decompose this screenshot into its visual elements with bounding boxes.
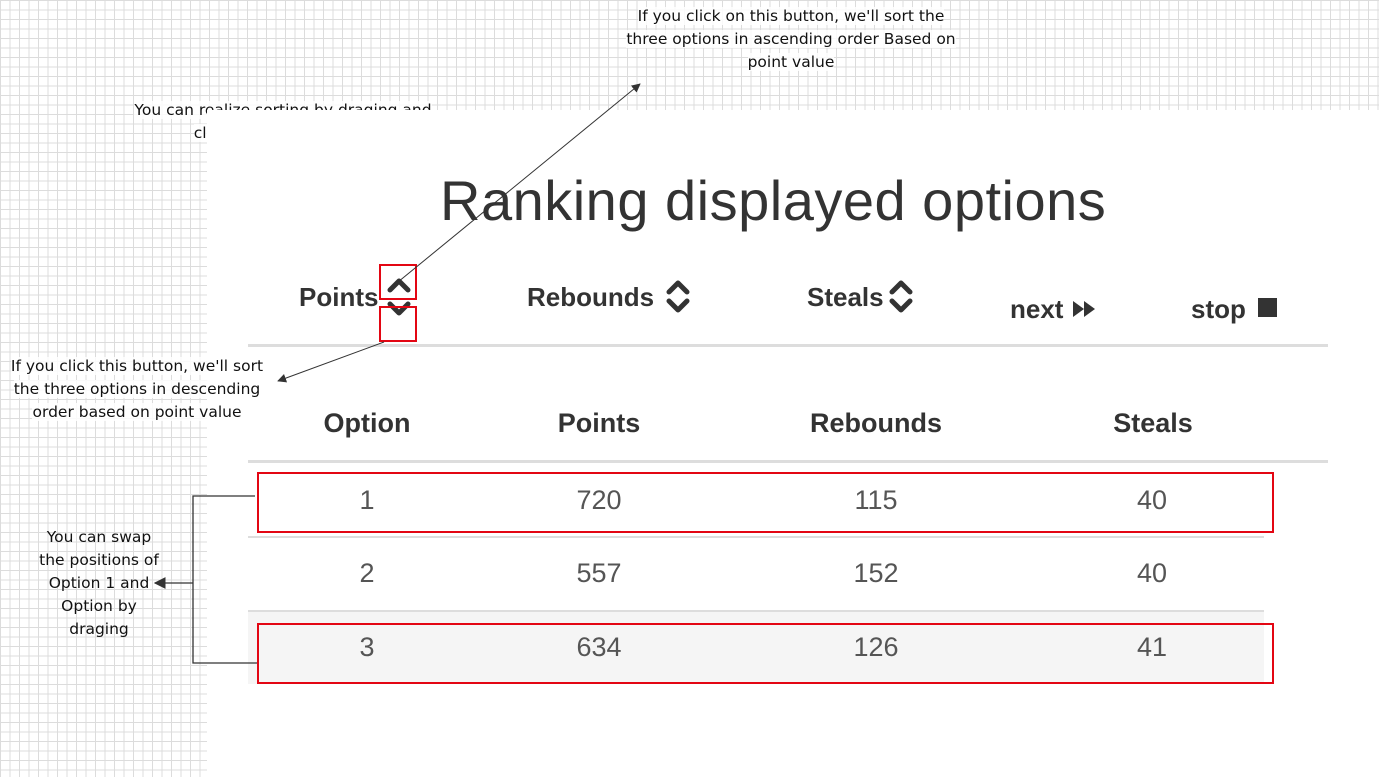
highlight-ascending-button xyxy=(379,264,417,300)
header-divider xyxy=(248,460,1328,463)
column-header-steals: Steals xyxy=(1113,408,1193,438)
column-header-option: Option xyxy=(323,408,411,438)
steals-sort-ascending-button[interactable] xyxy=(888,277,914,295)
chevron-down-icon xyxy=(889,298,913,313)
rebounds-sort-ascending-button[interactable] xyxy=(665,277,691,295)
highlight-descending-button xyxy=(379,306,417,342)
steals-sort-descending-button[interactable] xyxy=(888,297,914,315)
column-header-points: Points xyxy=(557,408,641,438)
table-row[interactable]: 2 557 152 40 xyxy=(248,538,1264,610)
fast-forward-icon xyxy=(1072,301,1095,317)
rebounds-sorter xyxy=(665,277,691,315)
chevron-up-icon xyxy=(666,280,690,295)
steals-sort-label: Steals xyxy=(807,282,884,312)
chevron-up-icon xyxy=(889,280,913,295)
cell-steals: 40 xyxy=(1136,558,1168,588)
annotation-ascending: If you click on this button, we'll sort … xyxy=(626,7,956,71)
cell-points: 557 xyxy=(576,558,622,588)
stop-square-icon xyxy=(1258,298,1278,317)
controls-divider xyxy=(248,344,1328,347)
rebounds-sort-label: Rebounds xyxy=(527,282,655,312)
rebounds-sort-descending-button[interactable] xyxy=(665,297,691,315)
highlight-row-option-3 xyxy=(257,623,1274,684)
points-sort-label: Points xyxy=(299,282,379,312)
page-title: Ranking displayed options xyxy=(440,169,1107,232)
cell-rebounds: 152 xyxy=(853,558,899,588)
stop-button[interactable]: stop xyxy=(1191,294,1279,325)
annotation-swap: You can swap the positions of Option 1 a… xyxy=(39,528,159,638)
next-button[interactable]: next xyxy=(1010,294,1099,325)
annotation-descending: If you click this button, we'll sort the… xyxy=(10,357,264,421)
chevron-down-icon xyxy=(666,298,690,313)
highlight-row-option-1 xyxy=(257,472,1274,533)
steals-sorter xyxy=(888,277,914,315)
cell-option: 2 xyxy=(359,558,375,588)
column-header-rebounds: Rebounds xyxy=(810,408,942,438)
